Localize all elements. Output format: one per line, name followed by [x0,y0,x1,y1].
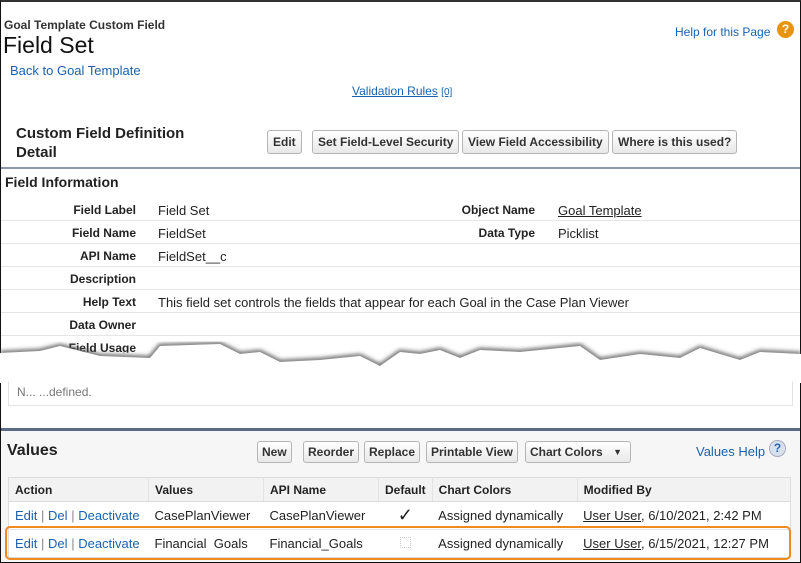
where-used-button[interactable]: Where is this used? [612,130,738,154]
column-header: API Name [263,477,379,502]
table-header: Action Values API Name Default Chart Col… [8,477,791,502]
field-label: Data Owner [69,318,136,332]
field-label: Data Type [478,226,535,240]
column-header: Chart Colors [431,477,578,502]
column-header: Values [148,477,264,502]
validation-count: [0] [441,87,453,98]
field-row: Field Label Field Set Object Name Goal T… [1,198,800,221]
del-link[interactable]: Del [48,508,68,523]
field-value: This field set controls the fields that … [158,295,629,310]
help-icon[interactable]: ? [769,440,786,457]
new-button[interactable]: New [257,441,292,463]
field-value: Field Set [158,203,210,218]
back-link[interactable]: Back to Goal Template [10,63,141,78]
field-label: API Name [79,249,136,263]
printable-view-button[interactable]: Printable View [426,441,518,463]
edit-button[interactable]: Edit [267,130,302,154]
chart-colors-label: Chart Colors [530,445,603,459]
separator: | [71,508,75,523]
page-title: Field Set [3,32,94,58]
detail-title: Custom Field Definition Detail [16,125,185,161]
field-value: FieldSet__c [158,249,227,264]
field-row: Field Name FieldSet Data Type Picklist [1,221,800,244]
empty-list-box: N... ...defined. [8,381,793,406]
field-label: Description [69,272,136,286]
help-icon[interactable]: ? [777,21,794,38]
field-label: Field Label [73,203,136,217]
deactivate-link[interactable]: Deactivate [78,508,139,523]
column-header: Default [378,477,433,502]
modified-date: , 6/10/2021, 2:42 PM [640,508,762,523]
chart-colors-dropdown[interactable]: Chart Colors ▼ [525,441,631,463]
separator: | [41,508,45,523]
field-label: Object Name [461,203,535,217]
reorder-button[interactable]: Reorder [303,441,360,463]
user-link[interactable]: User User [583,508,641,523]
torn-edge [0,341,801,383]
empty-list-text: N... ...defined. [17,385,92,399]
field-info-title: Field Information [5,174,119,190]
view-field-accessibility-button[interactable]: View Field Accessibility [462,130,609,154]
object-name-link[interactable]: Goal Template [558,203,642,218]
values-title: Values [7,442,58,459]
divider [1,167,800,169]
field-row: Description [1,267,800,290]
values-help-link[interactable]: Values Help [696,444,765,459]
chevron-down-icon: ▼ [613,447,622,457]
field-row: API Name FieldSet__c [1,244,800,267]
set-field-level-security-button[interactable]: Set Field-Level Security [312,130,460,154]
highlight-box [5,526,791,560]
column-header: Action [8,477,149,502]
field-value: FieldSet [158,226,206,241]
help-link[interactable]: Help for this Page [675,25,770,39]
edit-link[interactable]: Edit [15,508,37,523]
validation-rules-link[interactable]: Validation Rules [352,84,438,98]
field-row: Help Text This field set controls the fie… [1,290,800,313]
field-label: Field Name [71,226,136,240]
column-header: Modified By [576,477,791,502]
breadcrumb: Goal Template Custom Field [4,18,166,32]
field-row: Data Owner [1,313,800,336]
field-value: Picklist [558,226,599,241]
field-label: Help Text [82,295,136,309]
replace-button[interactable]: Replace [364,441,421,463]
validation-rules[interactable]: Validation Rules [0] [352,84,452,98]
